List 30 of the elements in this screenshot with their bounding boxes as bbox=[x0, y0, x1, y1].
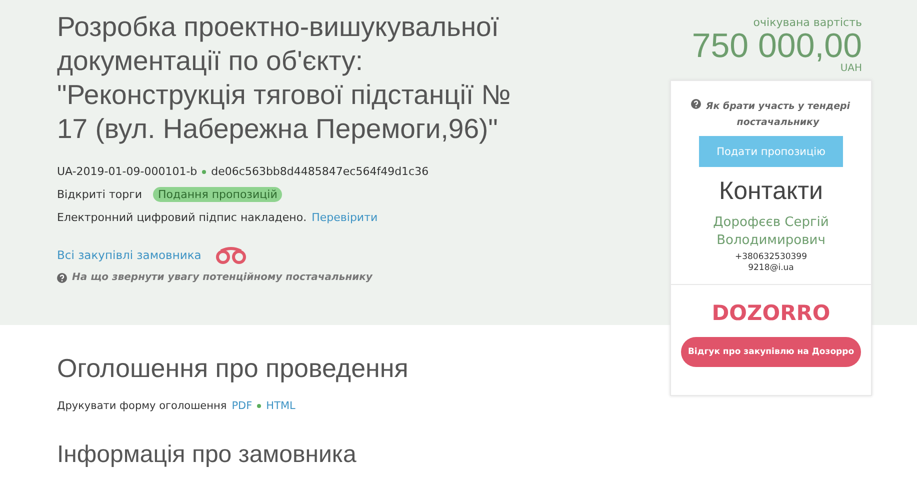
verify-link[interactable]: Перевірити bbox=[312, 211, 378, 224]
currency: UAH bbox=[839, 63, 863, 74]
tender-id: UA-2019-01-09-000101-b bbox=[57, 165, 198, 178]
feedback-button[interactable]: Відгук про закупівлю на Дозорро bbox=[681, 337, 861, 367]
submit-button[interactable]: Подати пропозицію bbox=[699, 136, 843, 167]
contact-phone: +380632530399 bbox=[734, 252, 808, 263]
print-link[interactable]: PDF bbox=[232, 400, 252, 412]
section-heading: Інформація про замовника bbox=[57, 441, 358, 469]
section-heading: Оголошення про проведення bbox=[57, 353, 410, 384]
price-label: очікувана вартість bbox=[752, 16, 863, 29]
hint-text: На що звернути увагу потенційному постачальнику bbox=[72, 272, 372, 283]
print-link[interactable]: HTML bbox=[266, 400, 296, 412]
buyer-link[interactable]: Всі закупівлі замовника bbox=[57, 248, 202, 262]
help-icon bbox=[57, 272, 67, 282]
binoculars-icon bbox=[214, 246, 248, 264]
separator-dot-icon bbox=[257, 404, 262, 408]
tender-title: Розробка проектно-вишукувальної документації по об'єкту: "Реконструкція тягової підстанції № 17 (вул. Набережна Перемоги,96)" bbox=[57, 10, 512, 146]
price-amount: 750 000,00 bbox=[690, 29, 863, 63]
signature-text: Електронний цифровий підпис накладено. bbox=[57, 211, 307, 224]
contact-name: Дорофєєв Сергій Володимирович bbox=[712, 214, 830, 250]
help-icon bbox=[691, 99, 701, 109]
contact-email: 9218@i.ua bbox=[748, 263, 794, 274]
print-label: Друкувати форму оголошення bbox=[57, 400, 227, 412]
tender-hash: de06c563bb8d4485847ec564f49d1c36 bbox=[211, 165, 429, 178]
procedure-type: Відкриті торги bbox=[57, 188, 142, 201]
separator-dot-icon bbox=[202, 170, 206, 174]
contacts-title: Контакти bbox=[719, 177, 823, 206]
help-link[interactable]: Як брати участь у тендері постачальнику bbox=[705, 99, 851, 131]
dozorro-logo: DOZORRO bbox=[712, 301, 830, 325]
status-badge: Подання пропозицій bbox=[153, 187, 282, 202]
